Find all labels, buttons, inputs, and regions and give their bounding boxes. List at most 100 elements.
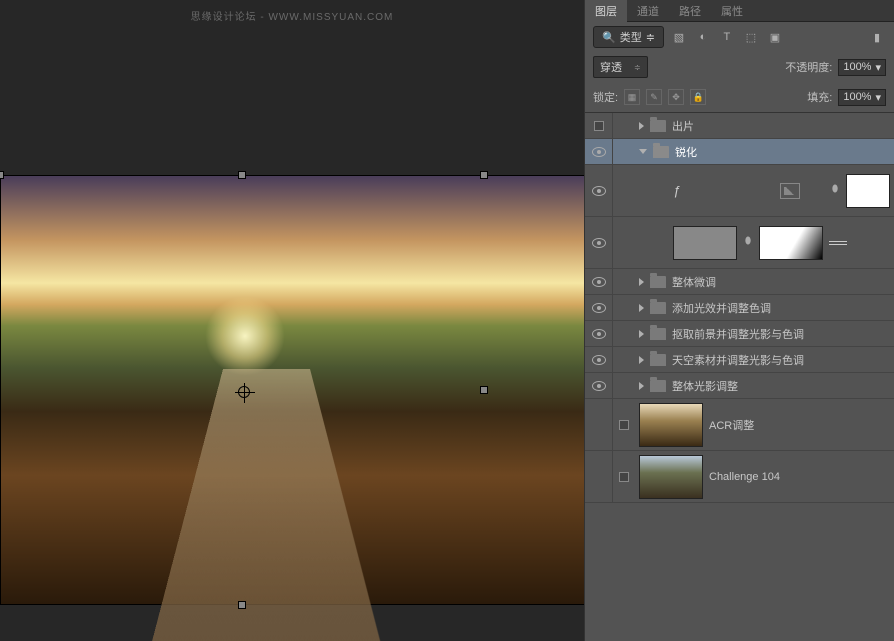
visibility-toggle[interactable] [585, 347, 613, 372]
eye-icon [592, 355, 606, 365]
disclosure-icon[interactable] [639, 122, 644, 130]
tab-paths[interactable]: 路径 [669, 0, 711, 23]
filter-row: 🔍 类型 ≑ ▧ ◐ T ⬚ ▣ ▮ [585, 22, 894, 52]
layer-thumbnail[interactable] [639, 455, 703, 499]
watermark-text: 思缘设计论坛 - WWW.MISSYUAN.COM [191, 8, 394, 23]
layer-group-glow[interactable]: 添加光效并调整色调 [585, 295, 894, 321]
disclosure-icon[interactable] [639, 382, 644, 390]
transform-handle-mid-right[interactable] [480, 386, 488, 394]
visibility-toggle[interactable] [585, 269, 613, 294]
layer-group-foreground[interactable]: 抠取前景并调整光影与色调 [585, 321, 894, 347]
eye-icon [592, 303, 606, 313]
lock-pixels-icon[interactable]: ✎ [646, 89, 662, 105]
filter-smart-icon[interactable]: ▣ [766, 28, 784, 46]
blend-mode-dropdown[interactable]: 穿透 ≑ [593, 56, 648, 78]
layer-group-sharpen[interactable]: 锐化 [585, 139, 894, 165]
opacity-label: 不透明度: [785, 59, 832, 75]
opacity-input[interactable]: 100% ▾ [838, 59, 886, 76]
caret-icon: ≑ [634, 63, 641, 72]
transform-handle-top-right[interactable] [480, 171, 488, 179]
fill-value: 100% [843, 91, 871, 103]
lock-all-icon[interactable]: 🔒 [690, 89, 706, 105]
disclosure-icon[interactable] [639, 149, 647, 154]
layer-name[interactable]: 添加光效并调整色调 [672, 300, 771, 316]
filter-shape-icon[interactable]: ⬚ [742, 28, 760, 46]
filter-toggle-icon[interactable]: ▮ [868, 28, 886, 46]
fx-icon: ƒ [673, 183, 680, 198]
layers-list: 出片 锐化 ƒ ⬮ [585, 112, 894, 641]
lock-transparency-icon[interactable]: ▦ [624, 89, 640, 105]
visibility-toggle[interactable] [585, 373, 613, 398]
layer-group-output[interactable]: 出片 [585, 113, 894, 139]
disclosure-icon[interactable] [639, 330, 644, 338]
eye-icon [592, 277, 606, 287]
mask-thumbnail[interactable] [759, 226, 823, 260]
search-icon: 🔍 [602, 31, 616, 44]
layer-thumbnail[interactable] [639, 403, 703, 447]
transform-handle-top-center[interactable] [238, 171, 246, 179]
caret-icon: ▾ [875, 91, 881, 104]
lock-row: 锁定: ▦ ✎ ✥ 🔒 填充: 100% ▾ [585, 82, 894, 112]
layer-name[interactable]: 出片 [672, 118, 694, 134]
layer-name[interactable]: 抠取前景并调整光影与色调 [672, 326, 804, 342]
folder-open-icon [653, 146, 669, 158]
layer-name[interactable]: 天空素材并调整光影与色调 [672, 352, 804, 368]
filter-label: 类型 [620, 29, 642, 45]
adjustment-icon [780, 183, 800, 199]
link-icon: ⬮ [830, 184, 840, 198]
filter-type-dropdown[interactable]: 🔍 类型 ≑ [593, 26, 664, 48]
filter-pixel-icon[interactable]: ▧ [670, 28, 688, 46]
disclosure-icon[interactable] [639, 278, 644, 286]
layer-acr[interactable]: ACR调整 [585, 399, 894, 451]
visibility-toggle[interactable] [585, 113, 613, 138]
smart-object-icon [829, 241, 847, 245]
tab-layers[interactable]: 图层 [585, 0, 627, 23]
filter-type-icon[interactable]: T [718, 28, 736, 46]
folder-icon [650, 354, 666, 366]
layer-name[interactable]: 整体光影调整 [672, 378, 738, 394]
visibility-toggle[interactable] [585, 165, 613, 216]
eye-icon [592, 147, 606, 157]
link-icon: ⬮ [743, 236, 753, 250]
layer-thumbnail[interactable] [673, 226, 737, 260]
layer-group-sky[interactable]: 天空素材并调整光影与色调 [585, 347, 894, 373]
eye-icon [592, 381, 606, 391]
folder-icon [650, 276, 666, 288]
canvas-area[interactable]: 思缘设计论坛 - WWW.MISSYUAN.COM [0, 0, 584, 641]
transform-handle-bottom-center[interactable] [238, 601, 246, 609]
visibility-toggle[interactable] [585, 321, 613, 346]
lock-position-icon[interactable]: ✥ [668, 89, 684, 105]
layer-name[interactable]: Challenge 104 [709, 471, 780, 483]
fill-label: 填充: [807, 89, 832, 105]
folder-icon [650, 302, 666, 314]
opacity-value: 100% [843, 61, 871, 73]
layer-group-fine-tune[interactable]: 整体微调 [585, 269, 894, 295]
layer-group-overall[interactable]: 整体光影调整 [585, 373, 894, 399]
fill-input[interactable]: 100% ▾ [838, 89, 886, 106]
disclosure-icon[interactable] [639, 356, 644, 364]
canvas-image[interactable] [0, 175, 584, 605]
filter-adjustment-icon[interactable]: ◐ [694, 28, 712, 46]
caret-icon: ▾ [875, 61, 881, 74]
folder-icon [650, 380, 666, 392]
layer-adjustment-1[interactable]: ƒ ⬮ [585, 165, 894, 217]
transform-center-icon[interactable] [238, 386, 250, 398]
layer-smart-object-1[interactable]: ⬮ [585, 217, 894, 269]
visibility-toggle[interactable] [585, 399, 613, 450]
tab-properties[interactable]: 属性 [711, 0, 753, 23]
visibility-toggle[interactable] [585, 295, 613, 320]
layer-name[interactable]: 整体微调 [672, 274, 716, 290]
folder-icon [650, 120, 666, 132]
folder-icon [650, 328, 666, 340]
visibility-toggle[interactable] [585, 217, 613, 268]
layer-name[interactable]: 锐化 [675, 144, 697, 160]
transform-handle-top-left[interactable] [0, 171, 4, 179]
mask-thumbnail[interactable] [846, 174, 890, 208]
disclosure-icon[interactable] [639, 304, 644, 312]
tab-channels[interactable]: 通道 [627, 0, 669, 23]
visibility-toggle[interactable] [585, 451, 613, 502]
layer-challenge[interactable]: Challenge 104 [585, 451, 894, 503]
caret-icon: ≑ [646, 31, 655, 44]
layer-name[interactable]: ACR调整 [709, 417, 754, 433]
visibility-toggle[interactable] [585, 139, 613, 164]
